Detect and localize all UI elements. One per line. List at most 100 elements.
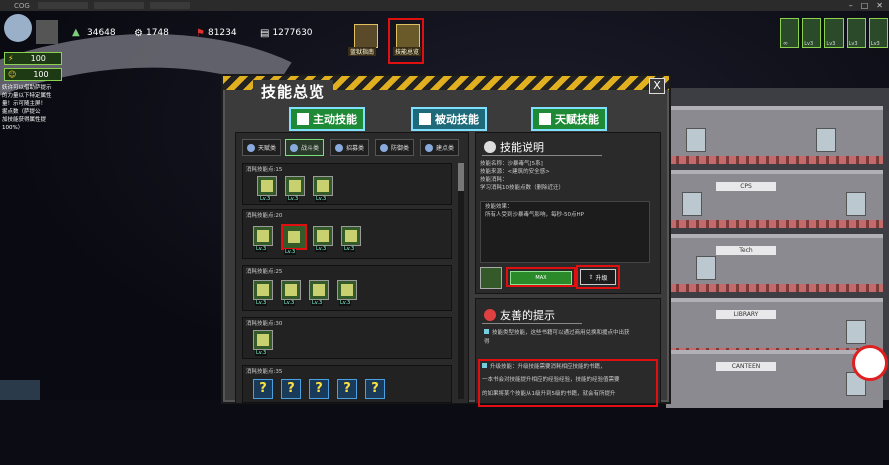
hint-title-text: 友善的提示 — [500, 309, 555, 322]
scrollbar-thumb[interactable] — [458, 163, 464, 191]
flag-icon: ⚑ — [196, 27, 205, 39]
subtab-defense[interactable]: 防御类 — [375, 139, 415, 156]
hud-stat-1: ▲ 34648 — [72, 24, 116, 42]
close-button[interactable]: X — [649, 78, 665, 94]
skill-level: Lv.3 — [284, 249, 297, 255]
tab-active-skills[interactable]: 主动技能 — [289, 107, 365, 131]
hud-stat-2: ⚙ 1748 — [134, 24, 169, 42]
hint-line: 升级技能：升级技能需要消耗相应技能的书籍， — [482, 363, 652, 371]
subtab-label: 防御类 — [391, 145, 410, 152]
window-controls: – □ ✕ — [849, 1, 883, 10]
skill-slot-selected[interactable]: Lv.3 — [281, 224, 307, 255]
locked-mark: ? — [371, 381, 379, 396]
skill-level: Lv.3 — [255, 300, 268, 306]
locked-skill-slot[interactable]: ? — [253, 379, 273, 399]
tooltip-text: 妖许可以借助萨提示 的力量以下特定属性 量！示可随主屏！ 掘点数（萨提公 加技能… — [2, 84, 60, 136]
skill-level: Lv.3 — [315, 246, 328, 252]
unit-count: Lv3 — [804, 41, 814, 47]
skill-group: 消耗技能点:35 ? ? ? ? ? — [242, 365, 452, 403]
panel-title: 技能总览 — [253, 80, 334, 104]
skill-slot[interactable]: Lv.3 — [285, 176, 305, 202]
hint-line-text: 技能类型技能，这些书籍可以通过商用兑换和援点中出获 — [492, 330, 630, 336]
skill-slot[interactable]: Lv.3 — [253, 226, 273, 252]
locked-skill-slot[interactable]: ? — [281, 379, 301, 399]
group-label: 消耗技能点:25 — [246, 269, 283, 275]
hud-stat-4: ▤ 1277630 — [260, 24, 313, 42]
unit-portrait[interactable]: Lv3 — [846, 18, 866, 48]
skill-icon — [539, 113, 551, 125]
skill-slot[interactable]: Lv.3 — [257, 176, 277, 202]
window-title: COG — [14, 1, 30, 10]
detail-line: 技能效果： — [485, 204, 513, 210]
maximize-icon[interactable]: □ — [861, 1, 869, 10]
energy-value: 100 — [30, 54, 46, 63]
subtab-label: 建点类 — [436, 145, 455, 152]
no-entry-icon[interactable] — [852, 345, 888, 381]
stat-value: 1277630 — [272, 28, 313, 38]
tab-label: 主动技能 — [313, 113, 357, 126]
locked-skill-slot[interactable]: ? — [309, 379, 329, 399]
subtab-label: 招募类 — [346, 145, 365, 152]
skill-level: Lv.3 — [311, 300, 324, 306]
subtab-label: 战斗类 — [301, 145, 320, 152]
skill-slot[interactable]: Lv.3 — [313, 176, 333, 202]
subtab-label: 天赋类 — [258, 145, 277, 152]
subtab-talent[interactable]: 天赋类 — [242, 139, 282, 156]
tooltip-line: 掘点数（萨提公 — [2, 109, 41, 115]
bottom-left-widget[interactable] — [0, 380, 40, 400]
skill-slot[interactable]: Lv.3 — [253, 280, 273, 306]
skill-group: 消耗技能点:15 Lv.3 Lv.3 Lv.3 — [242, 163, 452, 205]
skill-level: Lv.3 — [343, 246, 356, 252]
lightbulb-icon[interactable] — [4, 14, 32, 42]
skill-slot[interactable]: Lv.3 — [341, 226, 361, 252]
unit-portrait[interactable]: Lv3 — [824, 18, 844, 48]
tab-passive-skills[interactable]: 被动技能 — [411, 107, 487, 131]
building-floor: CANTEEN — [666, 350, 883, 408]
skill-group: 消耗技能点:30 Lv.3 — [242, 317, 452, 359]
skill-slot[interactable]: Lv.3 — [281, 280, 301, 306]
gear-icon: ⚙ — [134, 27, 143, 39]
smiley-icon: ☺ — [8, 70, 17, 79]
skill-icon — [419, 113, 431, 125]
skill-level: Lv.3 — [259, 196, 272, 202]
locked-skill-slot[interactable]: ? — [365, 379, 385, 399]
unit-portraits: ∞ Lv3 Lv3 Lv3 Lv3 — [780, 18, 889, 48]
skill-level: Lv.3 — [255, 246, 268, 252]
tab-talent-skills[interactable]: 天赋技能 — [531, 107, 607, 131]
tab-label: 天赋技能 — [555, 113, 599, 126]
hint-line: 一本书会对技能提升相应的经验经验，技能的经验值需要 — [482, 377, 620, 383]
unit-portrait[interactable]: Lv3 — [802, 18, 822, 48]
highlight-box — [506, 267, 576, 287]
stat-value: 34648 — [87, 28, 116, 38]
unit-count: Lv3 — [826, 41, 836, 47]
group-label: 消耗技能点:15 — [246, 167, 283, 173]
detail-line: 技能来源：<建筑的安全感> — [480, 169, 550, 175]
scrollbar[interactable] — [458, 163, 464, 399]
browser-tabs — [37, 2, 190, 9]
skill-slot[interactable]: Lv.3 — [309, 280, 329, 306]
subtab-base[interactable]: 建点类 — [420, 139, 460, 156]
minimize-icon[interactable]: – — [849, 1, 853, 10]
locked-mark: ? — [259, 381, 267, 396]
locked-mark: ? — [343, 381, 351, 396]
guide-book-button[interactable] — [354, 24, 378, 48]
unit-portrait[interactable]: ∞ — [780, 18, 800, 48]
skill-slot[interactable]: Lv.3 — [337, 280, 357, 306]
lightning-icon: ⚡ — [8, 54, 14, 63]
divider — [482, 155, 602, 156]
tooltip-line: 量！示可随主屏！ — [2, 101, 47, 107]
unit-portrait[interactable]: Lv3 — [868, 18, 889, 48]
skill-slot[interactable]: Lv.3 — [253, 330, 273, 356]
agent-avatar[interactable] — [36, 20, 58, 44]
skill-slot[interactable]: Lv.3 — [313, 226, 333, 252]
happiness-bar: ☺ 100 — [4, 68, 62, 81]
subtab-recruit[interactable]: 招募类 — [330, 139, 370, 156]
unit-count: ∞ — [783, 40, 788, 47]
stat-value: 1748 — [145, 28, 169, 38]
hint-box: 友善的提示 技能类型技能，这些书籍可以通过商用兑换和援点中出获 得 升级技能：升… — [475, 298, 661, 407]
close-window-icon[interactable]: ✕ — [876, 1, 883, 10]
guide-book-label: 蓝狱指南 — [348, 47, 377, 56]
category-icon — [290, 143, 298, 152]
subtab-combat[interactable]: 战斗类 — [285, 139, 325, 156]
locked-skill-slot[interactable]: ? — [337, 379, 357, 399]
